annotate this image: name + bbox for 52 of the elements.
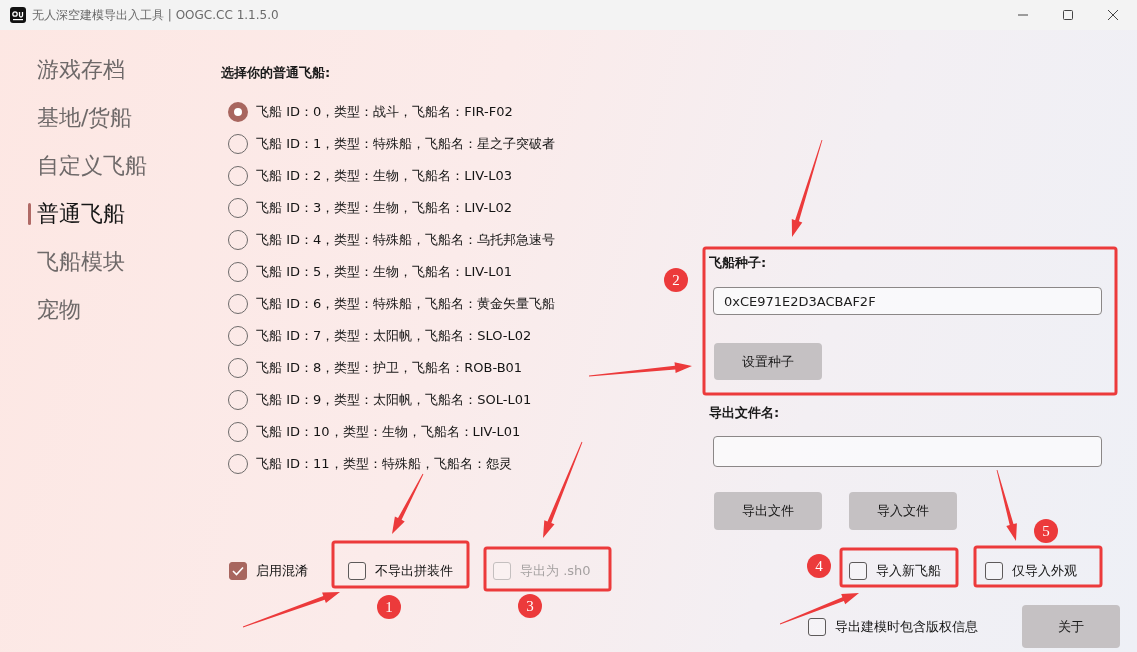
checkmark-icon [232, 566, 244, 576]
checkbox[interactable] [985, 562, 1003, 580]
radio-label: 飞船 ID：1，类型：特殊船，飞船名：星之子突破者 [256, 135, 556, 153]
radio-label: 飞船 ID：4，类型：特殊船，飞船名：乌托邦急速号 [256, 231, 556, 249]
radio-label: 飞船 ID：2，类型：生物，飞船名：LIV-L03 [256, 167, 512, 185]
callout-badge: 4 [807, 554, 831, 578]
radio-label: 飞船 ID：8，类型：护卫，飞船名：ROB-B01 [256, 359, 523, 377]
nav-item[interactable]: 普通飞船 [28, 190, 125, 238]
radio-label: 飞船 ID：3，类型：生物，飞船名：LIV-L02 [256, 199, 512, 217]
radio-label: 飞船 ID：7，类型：太阳帆，飞船名：SLO-L02 [256, 327, 532, 345]
radio-label: 飞船 ID：0，类型：战斗，飞船名：FIR-F02 [256, 103, 513, 121]
list-heading: 选择你的普通飞船: [221, 64, 331, 82]
app-icon [10, 7, 26, 23]
field-label: 导出文件名: [709, 404, 780, 422]
radio-button[interactable] [228, 102, 248, 122]
active-bar-icon [28, 203, 31, 225]
radio-label: 飞船 ID：11，类型：特殊船，飞船名：怨灵 [256, 455, 512, 473]
nav-item[interactable]: 飞船模块 [28, 238, 125, 286]
radio-label: 飞船 ID：5，类型：生物，飞船名：LIV-L01 [256, 263, 512, 281]
nav-item[interactable]: 宠物 [28, 286, 81, 334]
checkbox-label: 导入新飞船 [876, 562, 941, 580]
nav-item[interactable]: 基地/货船 [28, 94, 133, 142]
callout-badge: 2 [664, 268, 688, 292]
about-button[interactable]: 关于 [1022, 605, 1120, 648]
pointer-arrow [392, 473, 424, 534]
nav-item[interactable]: 游戏存档 [28, 46, 125, 94]
checkbox-label: 导出建模时包含版权信息 [835, 617, 978, 636]
checkbox-label: 仅导入外观 [1012, 562, 1077, 580]
filename-input[interactable] [713, 436, 1102, 467]
checkbox[interactable] [229, 562, 247, 580]
seed-input[interactable]: 0xCE971E2D3ACBAF2F [713, 287, 1102, 315]
pointer-arrow [996, 469, 1017, 541]
file-button[interactable]: 导出文件 [714, 492, 822, 530]
callout-badge: 3 [518, 594, 542, 618]
window-title: 无人深空建模导出入工具 | OOGC.CC 1.1.5.0 [32, 6, 279, 24]
callout-badge: 1 [377, 595, 401, 619]
callout-badge: 5 [1034, 519, 1058, 543]
checkbox[interactable] [808, 617, 826, 636]
field-label: 飞船种子: [709, 254, 767, 272]
checkbox[interactable] [348, 562, 366, 580]
checkbox-label: 不导出拼装件 [375, 562, 453, 580]
set-seed-button[interactable]: 设置种子 [714, 343, 822, 380]
radio-label: 飞船 ID：6，类型：特殊船，飞船名：黄金矢量飞船 [256, 295, 556, 313]
nav-item[interactable]: 自定义飞船 [28, 142, 147, 190]
checkbox[interactable] [849, 562, 867, 580]
radio-label: 飞船 ID：9，类型：太阳帆，飞船名：SOL-L01 [256, 391, 532, 409]
checkbox-label: 导出为 .sh0 [520, 562, 591, 580]
checkbox-label: 启用混淆 [256, 562, 308, 580]
radio-label: 飞船 ID：10，类型：生物，飞船名：LIV-L01 [256, 423, 521, 441]
maximize-icon[interactable] [1062, 10, 1073, 20]
file-button[interactable]: 导入文件 [849, 492, 957, 530]
close-icon[interactable] [1107, 10, 1118, 20]
